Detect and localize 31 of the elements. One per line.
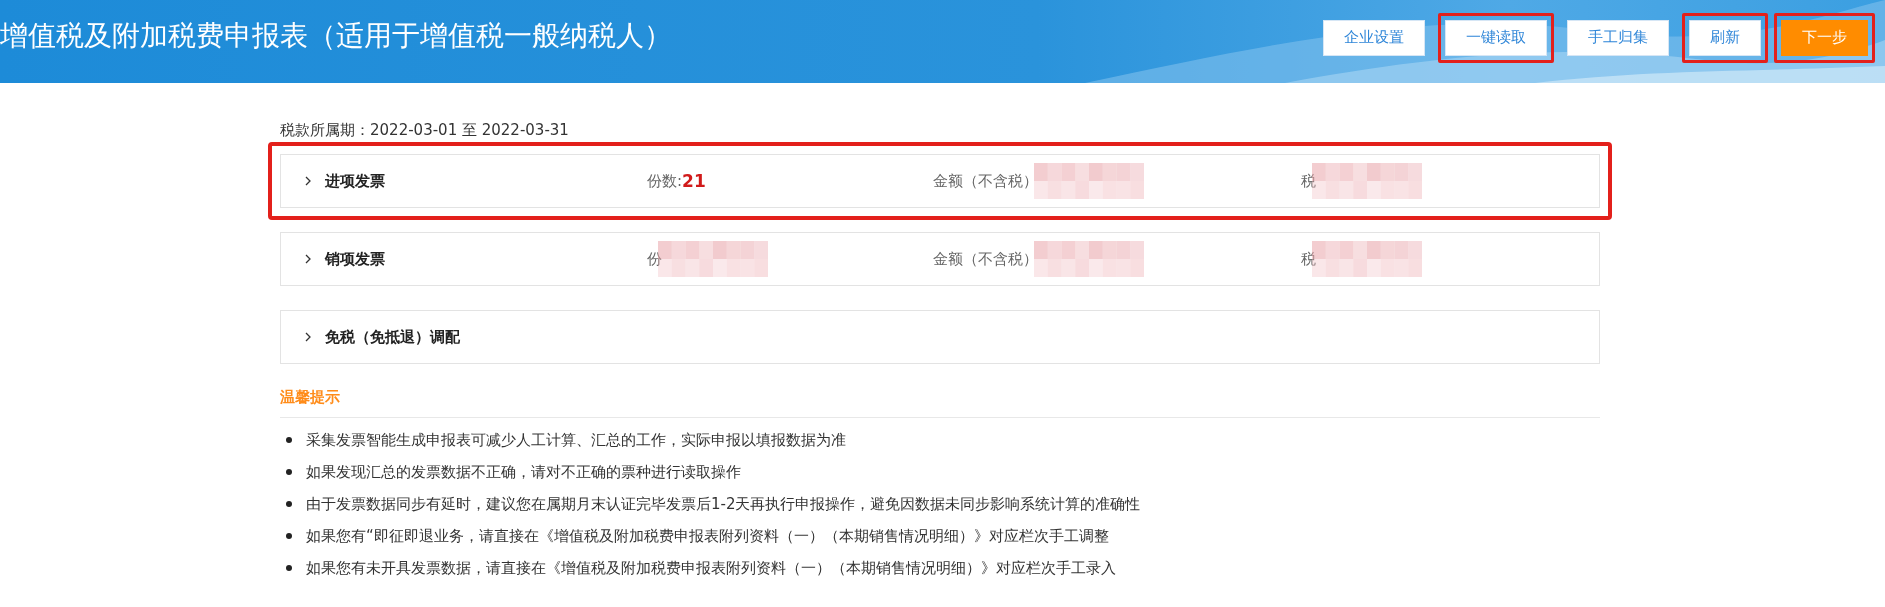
field-label: 份 (647, 249, 662, 269)
toolbar-button[interactable]: 一键读取 (1445, 19, 1547, 56)
tax-period: 税款所属期：2022-03-01 至 2022-03-31 (280, 121, 570, 140)
bullet-icon (286, 501, 292, 507)
field-label: 税 (1301, 249, 1316, 269)
bullet-icon (286, 469, 292, 475)
toolbar-button[interactable]: 刷新 (1689, 19, 1761, 56)
tip-text: 如果发现汇总的发票数据不正确，请对不正确的票种进行读取操作 (306, 462, 741, 482)
field-value: 21 (682, 171, 706, 191)
tip-text: 由于发票数据同步有延时，建议您在属期月末认证完毕发票后1-2天再执行申报操作，避免因数据未同步影响系统计算的准确性 (306, 494, 1141, 514)
next-button[interactable]: 下一步 (1781, 19, 1868, 56)
tip-text: 如果您有未开具发票数据，请直接在《增值税及附加税费申报表附列资料（一）（本期销售情况明细）》对应栏次手工录入 (306, 558, 1116, 578)
page-title: 增值税及附加税费申报表（适用于增值税一般纳税人） (0, 17, 672, 54)
field-label: 份数: (647, 171, 683, 191)
tips-heading: 温馨提示 (280, 376, 1600, 418)
toolbar-button[interactable]: 手工归集 (1567, 19, 1669, 56)
collapsible-section[interactable]: 免税（免抵退）调配 (280, 310, 1600, 364)
field-label: 金额（不含税） (933, 171, 1038, 191)
toolbar-button[interactable]: 企业设置 (1323, 19, 1425, 56)
field-label: 税 (1301, 171, 1316, 191)
collapsible-section[interactable]: 销项发票 份 金额（不含税） 税 (280, 232, 1600, 286)
tip-text: 如果您有“即征即退业务，请直接在《增值税及附加税费申报表附列资料（一）（本期销售情况明细）》对应栏次手工调整 (306, 526, 1109, 546)
bullet-icon (286, 565, 292, 571)
bullet-icon (286, 437, 292, 443)
collapsible-section[interactable]: 进项发票 份数:21 金额（不含税） 税 (280, 154, 1600, 208)
section-title: 进项发票 (325, 171, 385, 191)
section-title: 免税（免抵退）调配 (325, 327, 460, 347)
bullet-icon (286, 533, 292, 539)
tip-text: 采集发票智能生成申报表可减少人工计算、汇总的工作，实际申报以填报数据为准 (306, 430, 846, 450)
section-title: 销项发票 (325, 249, 385, 269)
field-label: 金额（不含税） (933, 249, 1038, 269)
